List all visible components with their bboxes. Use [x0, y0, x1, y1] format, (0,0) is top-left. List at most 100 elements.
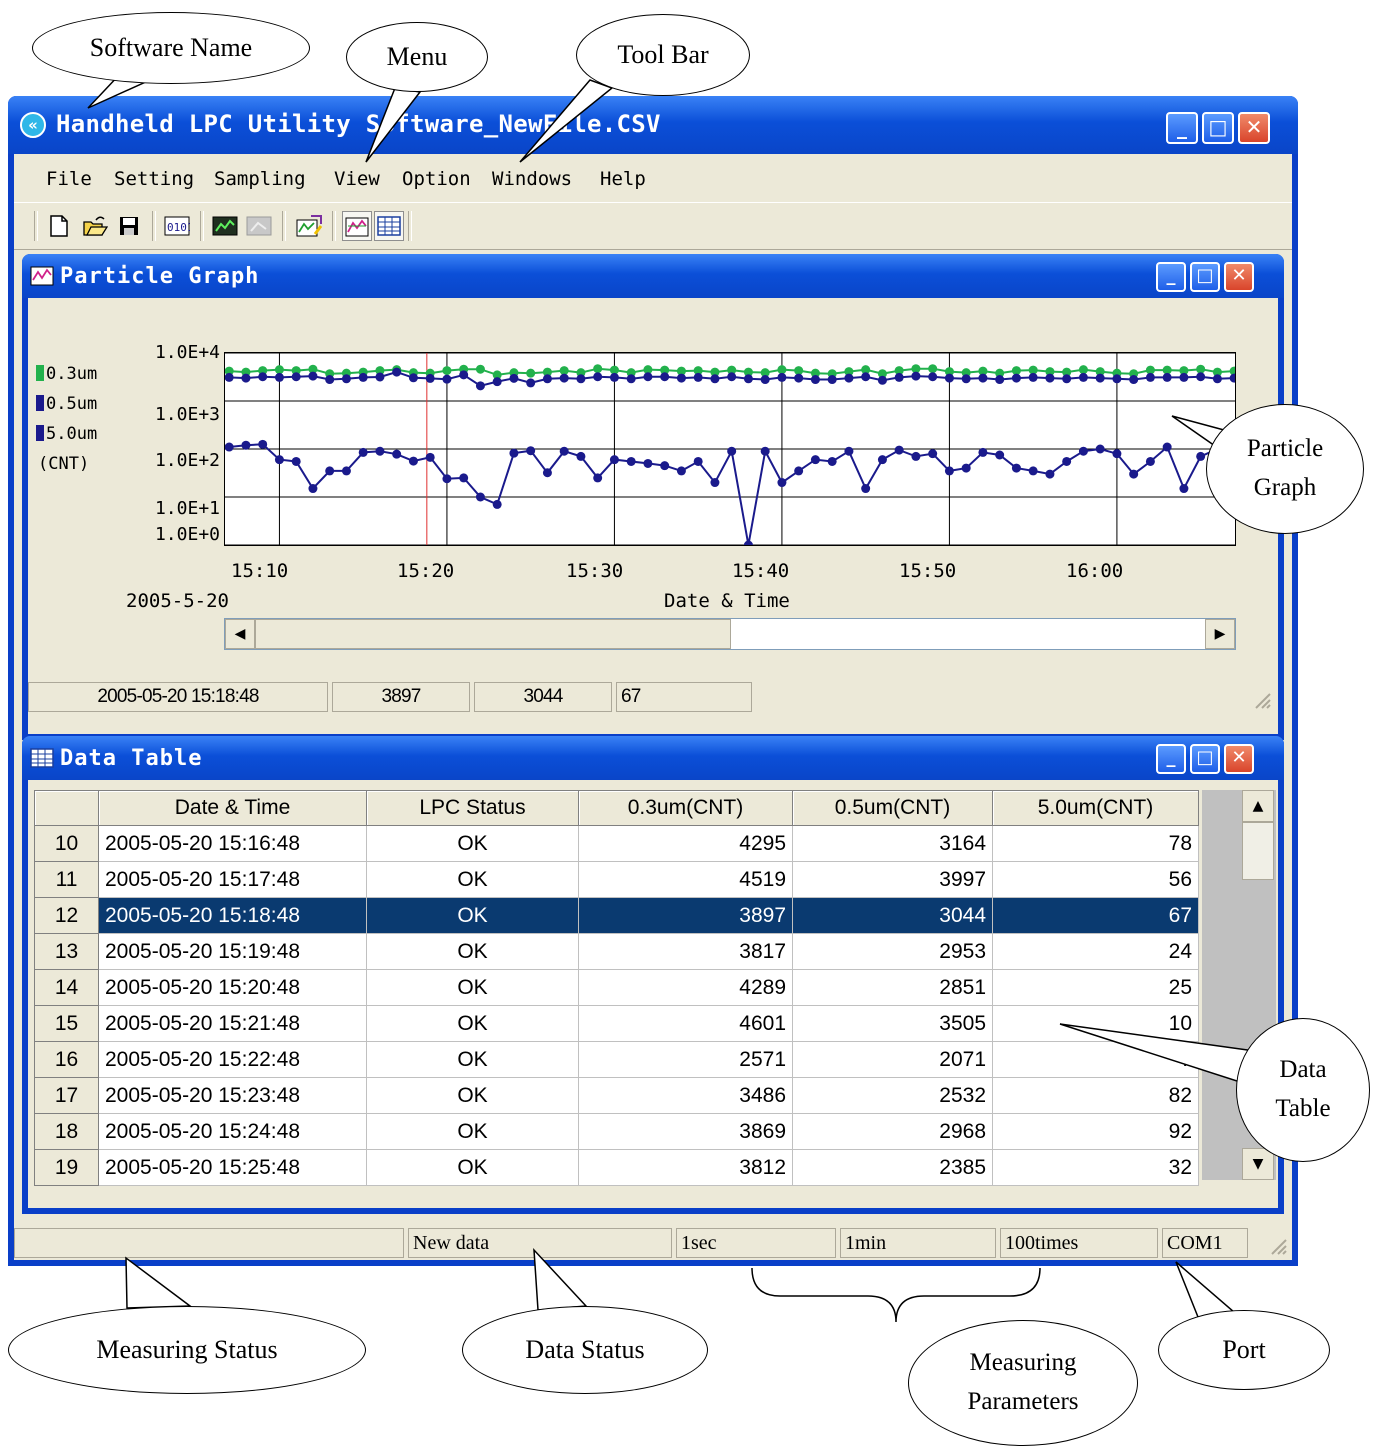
binary-icon[interactable]: 0101	[162, 211, 192, 241]
column-header-date-time[interactable]: Date & Time	[98, 790, 367, 826]
row-number[interactable]: 12	[34, 897, 99, 934]
table-close-button[interactable]: ✕	[1224, 744, 1254, 774]
resize-grip-icon[interactable]	[1252, 690, 1272, 710]
cell-0.5um[interactable]: 2532	[792, 1077, 993, 1114]
scroll-right-icon[interactable]: ▶	[1205, 619, 1235, 649]
cell-date-time[interactable]: 2005-05-20 15:21:48	[98, 1005, 367, 1042]
menu-windows[interactable]: Windows	[492, 168, 572, 190]
data-table-icon[interactable]	[374, 211, 404, 241]
menu-option[interactable]: Option	[402, 168, 471, 190]
cell-0.3um[interactable]: 3817	[578, 933, 793, 970]
row-number[interactable]: 17	[34, 1077, 99, 1114]
cell-0.3um[interactable]: 3812	[578, 1149, 793, 1186]
cell-0.3um[interactable]: 3897	[578, 897, 793, 934]
cell-5.0um[interactable]: 7	[992, 1041, 1199, 1078]
row-number[interactable]: 10	[34, 825, 99, 862]
cell-5.0um[interactable]: 56	[992, 861, 1199, 898]
cell-date-time[interactable]: 2005-05-20 15:19:48	[98, 933, 367, 970]
column-header-5.0um[interactable]: 5.0um(CNT)	[992, 790, 1199, 826]
title-bar[interactable]: « Handheld LPC Utility Software_NewFile.…	[8, 96, 1298, 154]
cell-5.0um[interactable]: 24	[992, 933, 1199, 970]
cell-5.0um[interactable]: 92	[992, 1113, 1199, 1150]
data-grid[interactable]: Date & Time LPC Status 0.3um(CNT) 0.5um(…	[34, 790, 1199, 1186]
corner-header[interactable]	[34, 790, 99, 826]
table-row[interactable]: 13 2005-05-20 15:19:48 OK 3817 2953 24	[34, 933, 1199, 970]
row-number[interactable]: 11	[34, 861, 99, 898]
cell-0.3um[interactable]: 3486	[578, 1077, 793, 1114]
cell-0.3um[interactable]: 2571	[578, 1041, 793, 1078]
cell-lpc-status[interactable]: OK	[366, 825, 579, 862]
cell-lpc-status[interactable]: OK	[366, 969, 579, 1006]
cell-0.3um[interactable]: 4601	[578, 1005, 793, 1042]
cell-0.5um[interactable]: 2953	[792, 933, 993, 970]
new-icon[interactable]	[44, 211, 74, 241]
column-header-0.5um[interactable]: 0.5um(CNT)	[792, 790, 993, 826]
particle-graph-title-bar[interactable]: Particle Graph _ □ ✕	[22, 254, 1284, 298]
row-number[interactable]: 14	[34, 969, 99, 1006]
row-number[interactable]: 19	[34, 1149, 99, 1186]
row-number[interactable]: 13	[34, 933, 99, 970]
scroll-up-icon[interactable]: ▲	[1242, 790, 1274, 822]
cell-date-time[interactable]: 2005-05-20 15:20:48	[98, 969, 367, 1006]
resize-grip-icon[interactable]	[1268, 1236, 1288, 1256]
cell-date-time[interactable]: 2005-05-20 15:18:48	[98, 897, 367, 934]
cell-lpc-status[interactable]: OK	[366, 1005, 579, 1042]
cell-5.0um[interactable]: 82	[992, 1077, 1199, 1114]
cell-date-time[interactable]: 2005-05-20 15:17:48	[98, 861, 367, 898]
scroll-left-icon[interactable]: ◀	[225, 619, 255, 649]
cell-lpc-status[interactable]: OK	[366, 1077, 579, 1114]
table-row[interactable]: 11 2005-05-20 15:17:48 OK 4519 3997 56	[34, 861, 1199, 898]
table-row[interactable]: 16 2005-05-20 15:22:48 OK 2571 2071 7	[34, 1041, 1199, 1078]
cell-0.3um[interactable]: 4295	[578, 825, 793, 862]
cell-date-time[interactable]: 2005-05-20 15:22:48	[98, 1041, 367, 1078]
table-row[interactable]: 15 2005-05-20 15:21:48 OK 4601 3505 10	[34, 1005, 1199, 1042]
data-table-title-bar[interactable]: Data Table _ □ ✕	[22, 736, 1284, 780]
cell-date-time[interactable]: 2005-05-20 15:25:48	[98, 1149, 367, 1186]
graph-horizontal-scrollbar[interactable]: ◀ ▶	[224, 618, 1236, 650]
cell-date-time[interactable]: 2005-05-20 15:24:48	[98, 1113, 367, 1150]
cell-lpc-status[interactable]: OK	[366, 1149, 579, 1186]
cell-0.3um[interactable]: 4519	[578, 861, 793, 898]
cell-0.5um[interactable]: 2071	[792, 1041, 993, 1078]
close-button[interactable]: ✕	[1238, 112, 1270, 144]
column-header-0.3um[interactable]: 0.3um(CNT)	[578, 790, 793, 826]
cell-date-time[interactable]: 2005-05-20 15:23:48	[98, 1077, 367, 1114]
table-row[interactable]: 19 2005-05-20 15:25:48 OK 3812 2385 32	[34, 1149, 1199, 1186]
menu-setting[interactable]: Setting	[114, 168, 194, 190]
cell-0.5um[interactable]: 3997	[792, 861, 993, 898]
table-row[interactable]: 10 2005-05-20 15:16:48 OK 4295 3164 78	[34, 825, 1199, 862]
save-icon[interactable]	[114, 211, 144, 241]
cell-5.0um[interactable]: 78	[992, 825, 1199, 862]
column-header-lpc-status[interactable]: LPC Status	[366, 790, 579, 826]
menu-help[interactable]: Help	[600, 168, 646, 190]
cell-0.5um[interactable]: 3044	[792, 897, 993, 934]
table-row[interactable]: 12 2005-05-20 15:18:48 OK 3897 3044 67	[34, 897, 1199, 934]
table-row[interactable]: 18 2005-05-20 15:24:48 OK 3869 2968 92	[34, 1113, 1199, 1150]
cell-5.0um[interactable]: 25	[992, 969, 1199, 1006]
graph-maximize-button[interactable]: □	[1190, 262, 1220, 292]
cell-0.5um[interactable]: 2385	[792, 1149, 993, 1186]
open-icon[interactable]	[80, 211, 110, 241]
table-row[interactable]: 17 2005-05-20 15:23:48 OK 3486 2532 82	[34, 1077, 1199, 1114]
graph-minimize-button[interactable]: _	[1156, 262, 1186, 292]
particle-graph-plot[interactable]	[224, 352, 1236, 546]
minimize-button[interactable]: _	[1166, 112, 1198, 144]
cell-0.5um[interactable]: 3505	[792, 1005, 993, 1042]
cell-0.5um[interactable]: 3164	[792, 825, 993, 862]
graph-close-button[interactable]: ✕	[1224, 262, 1254, 292]
menu-sampling[interactable]: Sampling	[214, 168, 306, 190]
settings-chart-icon[interactable]	[294, 211, 324, 241]
graph-icon[interactable]	[210, 211, 240, 241]
scroll-down-icon[interactable]: ▼	[1242, 1148, 1274, 1180]
cell-0.5um[interactable]: 2968	[792, 1113, 993, 1150]
graph-disabled-icon[interactable]	[244, 211, 274, 241]
maximize-button[interactable]: □	[1202, 112, 1234, 144]
table-maximize-button[interactable]: □	[1190, 744, 1220, 774]
menu-file[interactable]: File	[46, 168, 92, 190]
table-row[interactable]: 14 2005-05-20 15:20:48 OK 4289 2851 25	[34, 969, 1199, 1006]
table-minimize-button[interactable]: _	[1156, 744, 1186, 774]
cell-lpc-status[interactable]: OK	[366, 897, 579, 934]
row-number[interactable]: 15	[34, 1005, 99, 1042]
scroll-thumb[interactable]	[255, 619, 731, 649]
cell-0.3um[interactable]: 3869	[578, 1113, 793, 1150]
